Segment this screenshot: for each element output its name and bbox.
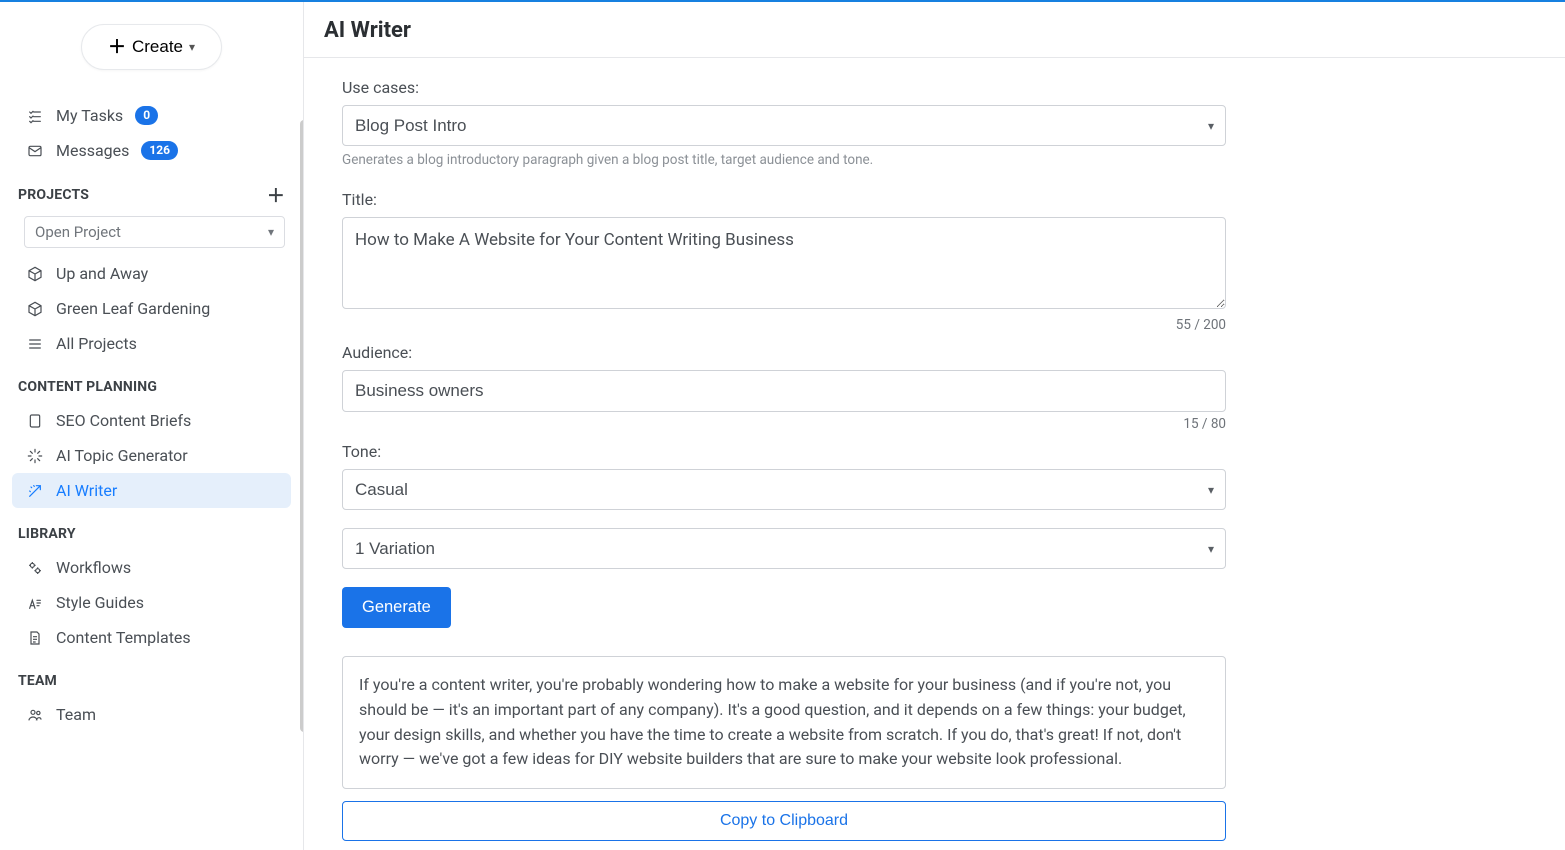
sidebar-item-label: Workflows (56, 558, 131, 577)
list-icon (26, 336, 44, 352)
sidebar: ＋ Create ▾ My Tasks 0 Messages 126 PROJE… (0, 2, 303, 850)
section-library: LIBRARY (8, 508, 295, 550)
section-title-label: LIBRARY (18, 526, 76, 542)
section-title-label: PROJECTS (18, 187, 89, 203)
people-icon (26, 707, 44, 723)
sidebar-item-my-tasks[interactable]: My Tasks 0 (12, 98, 291, 133)
variation-select[interactable]: 1 Variation (342, 528, 1226, 569)
my-tasks-badge: 0 (135, 106, 158, 125)
section-title-label: TEAM (18, 673, 57, 689)
file-icon (26, 630, 44, 646)
sidebar-item-label: Team (56, 705, 96, 724)
section-content-planning: CONTENT PLANNING (8, 361, 295, 403)
section-projects: PROJECTS ＋ (8, 168, 295, 212)
sidebar-item-label: AI Writer (56, 481, 117, 500)
use-cases-select[interactable]: Blog Post Intro (342, 105, 1226, 146)
sidebar-item-ai-writer[interactable]: AI Writer (12, 473, 291, 508)
create-button-label: Create (132, 37, 183, 57)
use-cases-help: Generates a blog introductory paragraph … (342, 152, 1226, 168)
section-team: TEAM (8, 655, 295, 697)
audience-char-counter: 15 / 80 (342, 416, 1226, 432)
sidebar-scrollbar[interactable] (300, 120, 303, 732)
document-icon (26, 413, 44, 429)
box-icon (26, 266, 44, 282)
sidebar-item-label: Green Leaf Gardening (56, 299, 210, 318)
tasks-icon (26, 108, 44, 124)
sidebar-item-label: Style Guides (56, 593, 144, 612)
open-project-label: Open Project (35, 223, 121, 241)
sidebar-item-label: My Tasks (56, 106, 123, 125)
add-project-button[interactable]: ＋ (267, 186, 285, 204)
sidebar-item-project-green-leaf[interactable]: Green Leaf Gardening (12, 291, 291, 326)
sidebar-item-style-guides[interactable]: Style Guides (12, 585, 291, 620)
sidebar-item-label: Messages (56, 141, 129, 160)
audience-input[interactable] (342, 370, 1226, 412)
sidebar-item-project-up-and-away[interactable]: Up and Away (12, 256, 291, 291)
tone-select[interactable]: Casual (342, 469, 1226, 510)
tone-label: Tone: (342, 442, 1226, 461)
chevron-down-icon: ▾ (268, 225, 274, 239)
create-button[interactable]: ＋ Create ▾ (81, 24, 222, 70)
generate-button[interactable]: Generate (342, 587, 451, 628)
sidebar-item-ai-topic-generator[interactable]: AI Topic Generator (12, 438, 291, 473)
messages-badge: 126 (141, 141, 178, 160)
sidebar-item-messages[interactable]: Messages 126 (12, 133, 291, 168)
audience-label: Audience: (342, 343, 1226, 362)
sidebar-item-team[interactable]: Team (12, 697, 291, 732)
sidebar-item-label: Content Templates (56, 628, 191, 647)
title-char-counter: 55 / 200 (342, 317, 1226, 333)
sidebar-item-all-projects[interactable]: All Projects (12, 326, 291, 361)
main: AI Writer Use cases: Blog Post Intro Gen… (303, 2, 1565, 850)
wand-icon (26, 483, 44, 499)
sparkle-icon (26, 448, 44, 464)
page-title: AI Writer (304, 2, 1565, 58)
result-text: If you're a content writer, you're proba… (342, 656, 1226, 789)
sidebar-item-seo-briefs[interactable]: SEO Content Briefs (12, 403, 291, 438)
copy-to-clipboard-button[interactable]: Copy to Clipboard (342, 801, 1226, 841)
title-label: Title: (342, 190, 1226, 209)
sidebar-item-content-templates[interactable]: Content Templates (12, 620, 291, 655)
use-cases-label: Use cases: (342, 78, 1226, 97)
title-textarea[interactable] (342, 217, 1226, 309)
sidebar-item-label: Up and Away (56, 264, 148, 283)
sidebar-item-label: All Projects (56, 334, 137, 353)
plus-icon: ＋ (108, 38, 126, 56)
box-icon (26, 301, 44, 317)
chevron-down-icon: ▾ (189, 40, 195, 54)
gears-icon (26, 560, 44, 576)
sidebar-item-label: SEO Content Briefs (56, 411, 191, 430)
content-area: Use cases: Blog Post Intro Generates a b… (304, 58, 1565, 850)
mail-icon (26, 143, 44, 159)
sidebar-item-workflows[interactable]: Workflows (12, 550, 291, 585)
style-icon (26, 595, 44, 611)
section-title-label: CONTENT PLANNING (18, 379, 157, 395)
sidebar-item-label: AI Topic Generator (56, 446, 188, 465)
open-project-dropdown[interactable]: Open Project ▾ (24, 216, 285, 248)
